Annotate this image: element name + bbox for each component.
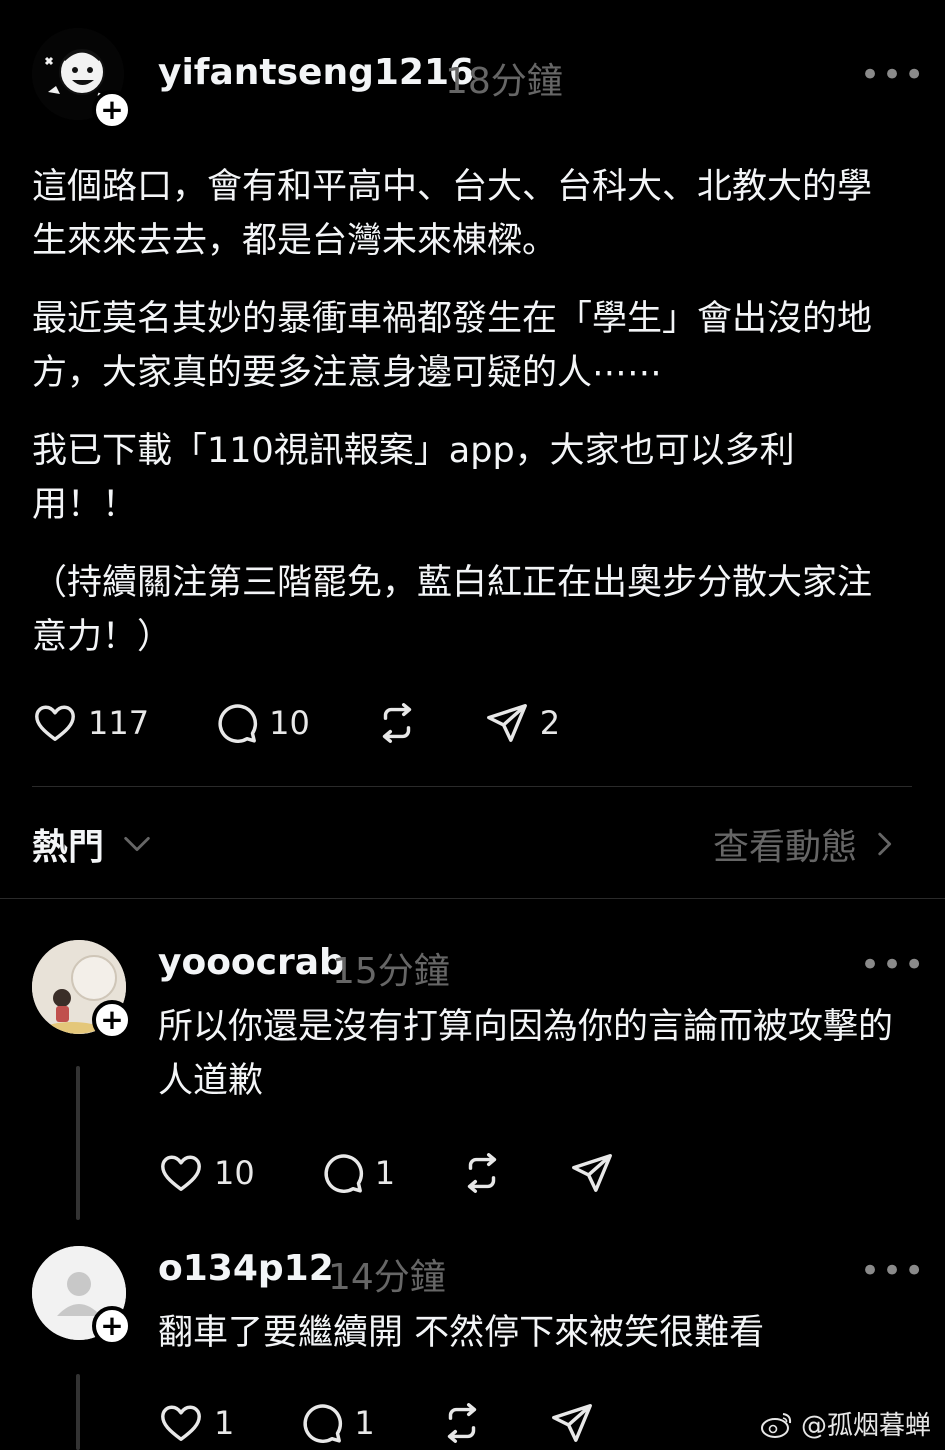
like-button[interactable]: 10	[158, 1150, 255, 1196]
comment-button[interactable]: 1	[298, 1400, 375, 1446]
section-divider	[0, 898, 945, 899]
comment-button[interactable]: 10	[213, 700, 310, 746]
reply-username[interactable]: o134p12	[158, 1248, 334, 1289]
thread-line	[76, 1066, 80, 1220]
author-username[interactable]: yifantseng1216	[158, 52, 474, 93]
follow-plus-icon[interactable]: +	[92, 1306, 132, 1346]
comment-count: 10	[269, 704, 310, 742]
view-activity-link[interactable]: 查看動態	[713, 818, 897, 870]
comment-bubble-icon	[324, 1154, 363, 1193]
reply-username[interactable]: yooocrab	[158, 942, 345, 983]
reply-time: 14分鐘	[328, 1257, 446, 1298]
repost-icon	[447, 1403, 476, 1443]
watermark: @孤烟暮蝉	[759, 1405, 931, 1442]
post-paragraph-3: 我已下載「110視訊報案」app，大家也可以多利用！！	[32, 431, 795, 525]
repost-button[interactable]	[439, 1400, 485, 1446]
post-paragraph-1: 這個路口，會有和平高中、台大、台科大、北教大的學生來來去去，都是台灣未來棟樑。	[32, 167, 873, 261]
post-divider	[32, 786, 912, 787]
activity-label: 查看動態	[712, 827, 857, 868]
heart-icon	[161, 1155, 201, 1192]
share-count: 2	[539, 704, 561, 742]
like-count: 117	[88, 704, 150, 742]
like-button[interactable]: 117	[32, 700, 149, 746]
like-count: 10	[214, 1154, 255, 1192]
post-time: 18分鐘	[445, 61, 563, 102]
repost-icon	[382, 703, 411, 743]
sort-dropdown[interactable]: 熱門	[32, 818, 154, 870]
repost-button[interactable]	[459, 1150, 505, 1196]
follow-plus-icon[interactable]: +	[92, 1000, 132, 1040]
share-button[interactable]	[569, 1150, 615, 1196]
more-dots-icon[interactable]: •••	[860, 58, 926, 92]
sort-label: 熱門	[32, 827, 105, 868]
more-dots-icon[interactable]: •••	[860, 948, 926, 982]
reply-actions: 10 1	[158, 1150, 615, 1196]
like-button[interactable]: 1	[158, 1400, 234, 1446]
heart-icon	[35, 705, 75, 742]
send-icon	[572, 1154, 613, 1192]
reply-time: 15分鐘	[332, 951, 450, 992]
thread-line	[76, 1374, 80, 1450]
repost-icon	[467, 1153, 497, 1193]
chevron-down-icon	[124, 836, 150, 852]
comment-bubble-icon	[303, 1404, 343, 1443]
reply-text: 所以你還是沒有打算向因為你的言論而被攻擊的人道歉	[158, 1007, 894, 1101]
share-button[interactable]	[549, 1400, 595, 1446]
reply-actions: 1 1	[158, 1400, 595, 1446]
weibo-logo-icon	[760, 1412, 792, 1438]
more-dots-icon[interactable]: •••	[860, 1254, 926, 1288]
post-paragraph-4: （持續關注第三階罷免，藍白紅正在出奧步分散大家注意力！）	[32, 563, 873, 657]
comment-button[interactable]: 1	[319, 1150, 395, 1196]
post-actions: 117 10 2	[32, 700, 560, 746]
send-icon	[551, 1404, 592, 1442]
comment-count: 1	[354, 1404, 375, 1442]
like-count: 1	[214, 1404, 235, 1442]
post-paragraph-2: 最近莫名其妙的暴衝車禍都發生在「學生」會出沒的地方，大家真的要多注意身邊可疑的人…	[32, 299, 873, 393]
comment-bubble-icon	[218, 704, 258, 743]
send-icon	[486, 704, 527, 742]
share-button[interactable]: 2	[484, 700, 560, 746]
watermark-text: @孤烟暮蝉	[800, 1411, 931, 1441]
heart-icon	[161, 1405, 201, 1442]
comment-count: 1	[374, 1154, 396, 1192]
chevron-right-icon	[878, 832, 892, 856]
reply-text: 翻車了要繼續開 不然停下來被笑很難看	[158, 1313, 765, 1353]
repost-button[interactable]	[374, 700, 420, 746]
follow-plus-icon[interactable]: +	[92, 90, 132, 130]
